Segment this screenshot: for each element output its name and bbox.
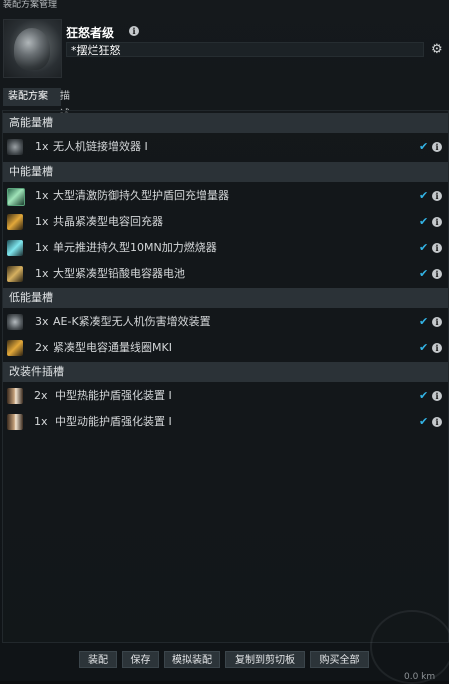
list-item[interactable]: 1x 无人机链接增效器 I ✔ i xyxy=(3,134,448,160)
list-item[interactable]: 1x 大型紧凑型铅酸电容器电池 ✔ i xyxy=(3,261,448,287)
check-icon: ✔ xyxy=(419,215,429,228)
item-qty: 1x xyxy=(35,140,49,153)
info-icon[interactable]: i xyxy=(432,142,442,152)
check-icon: ✔ xyxy=(419,267,429,280)
rig-kinetic-icon xyxy=(7,414,23,430)
tab-fitting[interactable]: 装配方案 xyxy=(3,88,61,106)
item-label: 大型清激防御持久型护盾回充增量器 xyxy=(53,189,229,202)
item-qty: 2x xyxy=(35,341,49,354)
item-label: AE-K紧凑型无人机伤害增效装置 xyxy=(53,315,211,328)
list-item[interactable]: 2x 中型热能护盾强化装置 I ✔ i xyxy=(3,383,448,409)
drone-link-icon xyxy=(7,139,23,155)
fit-name-field[interactable]: *摆烂狂怒 xyxy=(66,42,424,57)
simulate-button[interactable]: 模拟装配 xyxy=(164,651,220,668)
rig-thermal-icon xyxy=(7,388,23,404)
info-icon[interactable]: i xyxy=(432,243,442,253)
check-icon: ✔ xyxy=(419,315,429,328)
group-header-rig: 改装件插槽 xyxy=(3,362,448,382)
item-qty: 1x xyxy=(34,415,48,428)
item-label: 单元推进持久型10MN加力燃烧器 xyxy=(53,241,217,254)
check-icon: ✔ xyxy=(419,189,429,202)
buy-all-button[interactable]: 购买全部 xyxy=(310,651,369,668)
flux-coil-icon xyxy=(7,340,23,356)
fit-button[interactable]: 装配 xyxy=(79,651,117,668)
item-label: 紧凑型电容通量线圈MKI xyxy=(53,341,172,354)
afterburner-icon xyxy=(7,240,23,256)
item-qty: 3x xyxy=(35,315,49,328)
gear-icon[interactable]: ⚙ xyxy=(431,43,443,56)
info-icon[interactable]: i xyxy=(432,269,442,279)
tab-description[interactable]: 描述 xyxy=(55,88,75,120)
item-qty: 1x xyxy=(35,241,49,254)
ship-portrait[interactable] xyxy=(3,19,62,78)
item-label: 大型紧凑型铅酸电容器电池 xyxy=(53,267,185,280)
shield-booster-icon xyxy=(7,188,25,206)
item-qty: 1x xyxy=(35,189,49,202)
window-title: 装配方案管理 xyxy=(3,0,58,10)
list-item[interactable]: 1x 大型清激防御持久型护盾回充增量器 ✔ i xyxy=(3,183,448,209)
group-header-high: 高能量槽 xyxy=(3,113,448,133)
cap-battery-icon xyxy=(7,266,23,282)
item-label: 中型热能护盾强化装置 I xyxy=(55,389,172,402)
list-item[interactable]: 1x 共晶紧凑型电容回充器 ✔ i xyxy=(3,209,448,235)
info-icon[interactable]: i xyxy=(432,417,442,427)
check-icon: ✔ xyxy=(419,389,429,402)
info-icon[interactable]: i xyxy=(432,317,442,327)
group-header-mid: 中能量槽 xyxy=(3,162,448,182)
item-label: 中型动能护盾强化装置 I xyxy=(55,415,172,428)
check-icon: ✔ xyxy=(419,415,429,428)
info-icon[interactable]: i xyxy=(432,191,442,201)
item-qty: 2x xyxy=(34,389,48,402)
info-icon[interactable]: i xyxy=(129,26,139,36)
fitting-management-window: 装配方案管理 狂怒者级 i *摆烂狂怒 ⚙ 装配方案 描述 高能量槽 1x 无人… xyxy=(0,0,449,684)
list-item[interactable]: 1x 中型动能护盾强化装置 I ✔ i xyxy=(3,409,448,435)
list-item[interactable]: 2x 紧凑型电容通量线圈MKI ✔ i xyxy=(3,335,448,361)
group-header-low: 低能量槽 xyxy=(3,288,448,308)
list-item[interactable]: 3x AE-K紧凑型无人机伤害增效装置 ✔ i xyxy=(3,309,448,335)
check-icon: ✔ xyxy=(419,341,429,354)
info-icon[interactable]: i xyxy=(432,217,442,227)
item-label: 共晶紧凑型电容回充器 xyxy=(53,215,163,228)
drone-damage-icon xyxy=(7,314,23,330)
check-icon: ✔ xyxy=(419,241,429,254)
info-icon[interactable]: i xyxy=(432,343,442,353)
module-list: 高能量槽 1x 无人机链接增效器 I ✔ i 中能量槽 1x 大型清激防御持久型… xyxy=(2,110,449,643)
item-qty: 1x xyxy=(35,215,49,228)
item-label: 无人机链接增效器 I xyxy=(53,140,148,153)
cap-recharger-icon xyxy=(7,214,23,230)
info-icon[interactable]: i xyxy=(432,391,442,401)
list-item[interactable]: 1x 单元推进持久型10MN加力燃烧器 ✔ i xyxy=(3,235,448,261)
item-qty: 1x xyxy=(35,267,49,280)
copy-to-clipboard-button[interactable]: 复制到剪切板 xyxy=(225,651,305,668)
check-icon: ✔ xyxy=(419,140,429,153)
ship-portrait-image xyxy=(14,28,50,70)
save-button[interactable]: 保存 xyxy=(122,651,159,668)
ship-name: 狂怒者级 xyxy=(66,26,115,40)
